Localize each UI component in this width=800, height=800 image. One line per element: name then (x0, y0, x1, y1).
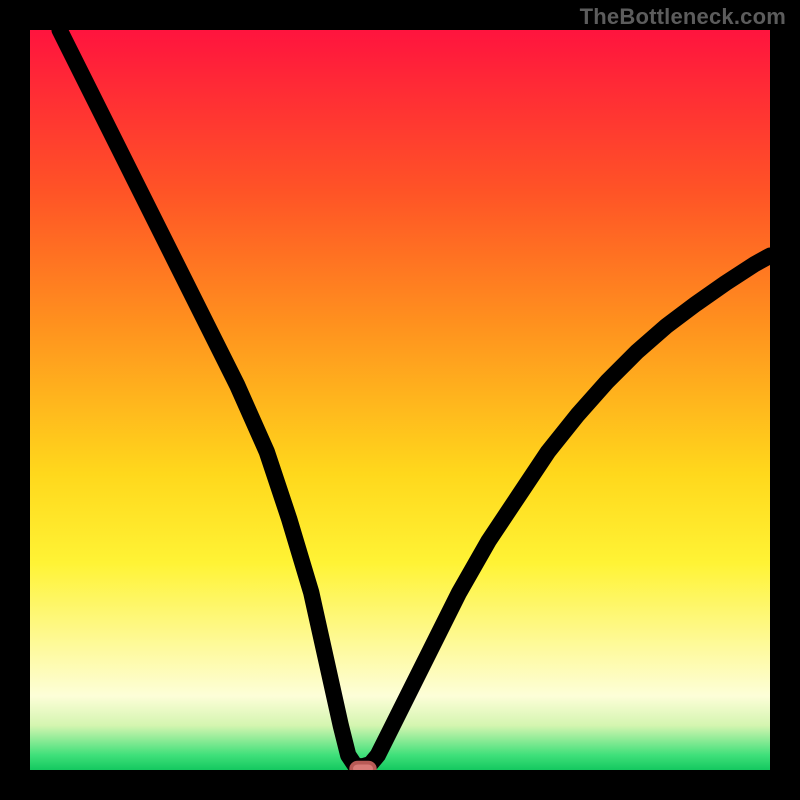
plot-area (30, 30, 770, 770)
watermark-text: TheBottleneck.com (580, 4, 786, 30)
bottleneck-curve (60, 30, 770, 766)
minimum-marker (351, 763, 375, 770)
plot-svg (30, 30, 770, 770)
chart-frame: TheBottleneck.com (0, 0, 800, 800)
